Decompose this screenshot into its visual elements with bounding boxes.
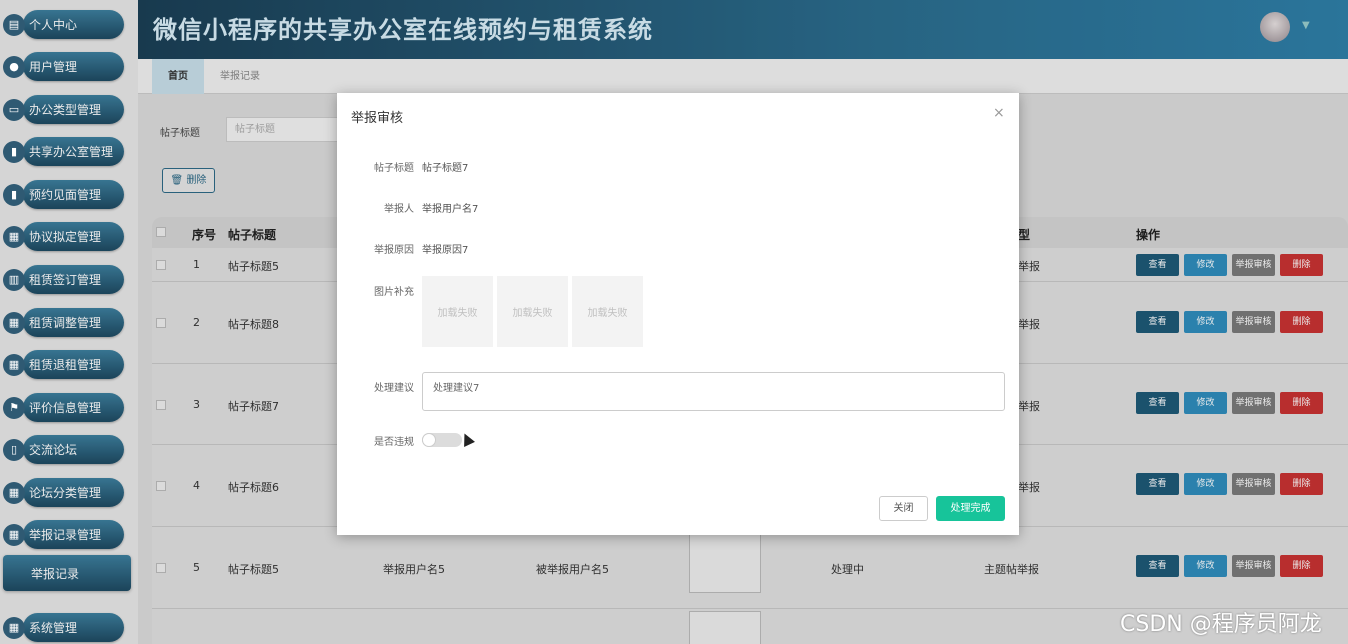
violation-label: 是否违规 bbox=[374, 437, 414, 448]
clipboard-icon: ▮ bbox=[3, 183, 25, 206]
watermark: CSDN @程序员阿龙 bbox=[1120, 612, 1322, 637]
grid-icon: ▦ bbox=[3, 481, 25, 504]
close-button[interactable]: 关闭 bbox=[879, 496, 928, 521]
image-placeholder: 加载失败 bbox=[497, 276, 568, 347]
toggle-knob bbox=[422, 433, 436, 447]
images-label: 图片补充 bbox=[374, 287, 414, 298]
clipboard-icon: ▮ bbox=[3, 140, 25, 163]
reporter-label: 举报人 bbox=[384, 204, 414, 215]
grid-icon: ▦ bbox=[3, 616, 25, 639]
suggestion-textarea[interactable]: 处理建议7 bbox=[422, 372, 1005, 411]
image-placeholder: 加载失败 bbox=[572, 276, 643, 347]
flag-icon: ⚑ bbox=[3, 396, 25, 419]
post-title-label: 帖子标题 bbox=[374, 163, 414, 174]
report-audit-dialog: 举报审核 × 帖子标题 帖子标题7 举报人 举报用户名7 举报原因 举报原因7 … bbox=[337, 93, 1019, 535]
book-icon: ▯ bbox=[3, 438, 25, 461]
grid-icon: ▦ bbox=[3, 353, 25, 376]
user-icon: ● bbox=[3, 55, 25, 78]
grid-icon: ▦ bbox=[3, 225, 25, 248]
monitor-icon: ▭ bbox=[3, 98, 25, 121]
grid-icon: ▦ bbox=[3, 523, 25, 546]
grid-icon: ▦ bbox=[3, 311, 25, 334]
dialog-title: 举报审核 bbox=[351, 111, 404, 126]
close-icon[interactable]: × bbox=[993, 105, 1005, 121]
reporter-value: 举报用户名7 bbox=[422, 204, 479, 215]
reason-label: 举报原因 bbox=[374, 245, 414, 256]
reason-value: 举报原因7 bbox=[422, 245, 469, 256]
violation-toggle[interactable] bbox=[422, 433, 462, 447]
post-title-value: 帖子标题7 bbox=[422, 163, 469, 174]
done-button[interactable]: 处理完成 bbox=[936, 496, 1005, 521]
suggestion-label: 处理建议 bbox=[374, 383, 414, 394]
profile-icon: ▤ bbox=[3, 13, 25, 36]
image-placeholder: 加载失败 bbox=[422, 276, 493, 347]
chart-icon: ▥ bbox=[3, 268, 25, 291]
